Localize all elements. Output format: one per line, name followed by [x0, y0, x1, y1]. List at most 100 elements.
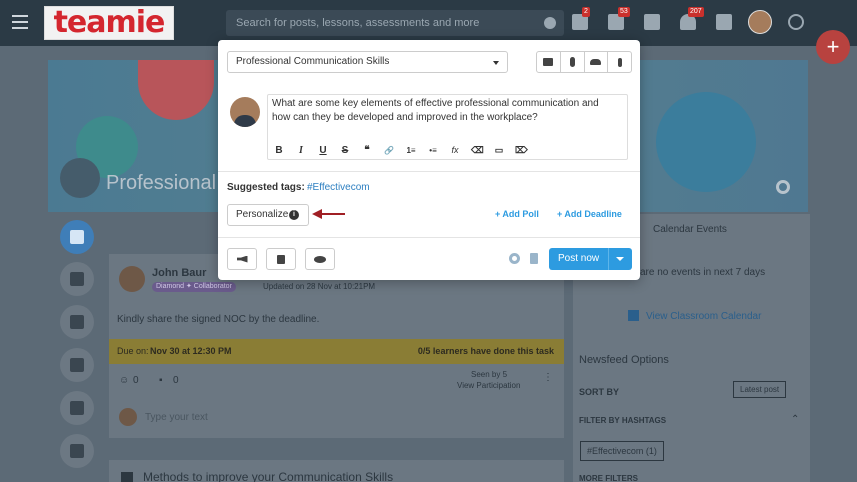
post-author-avatar [119, 266, 145, 292]
modal-divider [218, 237, 640, 238]
side-nav-analytics[interactable] [60, 391, 94, 425]
link-icon[interactable]: 🔗 [383, 146, 395, 155]
side-nav-calendar[interactable] [60, 305, 94, 339]
suggested-tags-label: Suggested tags: [227, 182, 305, 193]
post-author-name[interactable]: John Baur [152, 267, 206, 279]
course-select[interactable]: Professional Communication Skills [227, 51, 508, 73]
lock-icon [277, 254, 285, 264]
mail-badge: 2 [582, 7, 590, 17]
due-label: Due on: [117, 346, 149, 356]
megaphone-icon [236, 255, 248, 263]
comment-icon[interactable]: ▪ [159, 375, 163, 386]
eye-icon [314, 255, 326, 263]
due-date: Nov 30 at 12:30 PM [150, 346, 232, 356]
suggested-tag-link[interactable]: #Effectivecom [307, 182, 370, 193]
post-message: Kindly share the signed NOC by the deadl… [117, 314, 320, 325]
folder-icon [543, 58, 554, 66]
next-post-card: Methods to improve your Communication Sk… [109, 460, 564, 482]
no-events-message: are no events in next 7 days [640, 267, 766, 278]
notifications-badge: 207 [688, 7, 704, 17]
chevron-down-icon [493, 61, 499, 65]
sort-latest-post-button[interactable]: Latest post [733, 381, 787, 398]
library-icon[interactable] [716, 14, 732, 30]
info-icon[interactable] [544, 17, 556, 29]
add-deadline-link[interactable]: + Add Deadline [557, 209, 622, 219]
underline-icon[interactable]: U [317, 145, 329, 156]
side-nav-newsfeed[interactable] [60, 220, 94, 254]
folder-attach-button[interactable] [537, 52, 561, 72]
teamie-logo[interactable]: teamie [44, 6, 174, 40]
formula-icon[interactable]: fx [449, 145, 461, 155]
side-nav-dashboard[interactable] [60, 348, 94, 382]
personalize-button[interactable]: Personalize i [227, 204, 309, 226]
seen-by-count: Seen by 5 [471, 370, 508, 379]
ordered-list-icon[interactable]: 1≡ [405, 146, 417, 155]
formatting-toolbar: B I U S ❝ 🔗 1≡ •≡ fx ⌫ ▭ ⌦ [273, 143, 527, 157]
modal-divider [218, 171, 640, 172]
task-due-bar: Due on: Nov 30 at 12:30 PM 0/5 learners … [109, 339, 564, 364]
add-poll-link[interactable]: + Add Poll [495, 209, 539, 219]
bold-icon[interactable]: B [273, 145, 285, 156]
sort-by-label: SORT BY [579, 387, 620, 397]
course-select-value: Professional Communication Skills [236, 56, 390, 67]
composer-author-avatar [230, 97, 260, 127]
reply-input[interactable]: Type your text [145, 412, 208, 423]
side-nav-files[interactable] [60, 262, 94, 296]
reply-avatar [119, 408, 137, 426]
grid-icon [70, 358, 84, 372]
strikethrough-icon[interactable]: S [339, 145, 351, 156]
banner-settings-icon[interactable] [776, 180, 790, 194]
filter-by-hashtags-label: FILTER BY HASHTAGS [579, 416, 667, 425]
lock-button[interactable] [266, 248, 296, 270]
calendar-icon[interactable] [644, 14, 660, 30]
post-text-content[interactable]: What are some key elements of effective … [272, 97, 602, 125]
info-icon[interactable]: i [289, 210, 299, 220]
keyboard-icon[interactable]: ▭ [493, 145, 505, 156]
quote-icon[interactable]: ❝ [361, 145, 373, 156]
settings-gear-icon[interactable] [509, 253, 520, 264]
comment-count: 0 [173, 375, 179, 386]
post-options-chevron-icon[interactable] [616, 257, 624, 261]
reaction-icon[interactable]: ☺ [119, 375, 129, 386]
calendar-icon [628, 310, 639, 321]
view-participation-link[interactable]: View Participation [457, 381, 520, 390]
create-fab-button[interactable]: + [816, 30, 850, 64]
post-now-label: Post now [558, 253, 600, 264]
visibility-button[interactable] [305, 248, 335, 270]
menu-icon[interactable] [12, 15, 28, 29]
bullet-list-icon[interactable]: •≡ [427, 146, 439, 155]
audio-record-button[interactable] [608, 52, 631, 72]
annotation-arrow-icon [312, 209, 345, 219]
side-nav-display[interactable] [60, 434, 94, 468]
cloud-attach-button[interactable] [585, 52, 609, 72]
global-search-input[interactable]: Search for posts, lessons, assessments a… [226, 10, 564, 36]
file-attach-button[interactable] [561, 52, 585, 72]
post-updated-time: Updated on 28 Nov at 10:21PM [263, 282, 376, 291]
post-now-button[interactable]: Post now [549, 248, 632, 270]
attachment-toolbar [536, 51, 632, 73]
banner-avatar-circle [60, 158, 100, 198]
more-options-icon[interactable]: ⋮ [543, 372, 553, 383]
folder-icon [70, 272, 84, 286]
globe-icon[interactable] [788, 14, 804, 30]
button-divider [608, 248, 609, 270]
bar-chart-icon [70, 401, 84, 415]
newsfeed-options-title: Newsfeed Options [579, 354, 669, 366]
learners-done-status: 0/5 learners have done this task [417, 346, 554, 356]
calendar-events-title: Calendar Events [653, 224, 727, 235]
italic-icon[interactable]: I [295, 145, 307, 156]
calendar-icon [70, 315, 84, 329]
banner-avatar-circle [656, 92, 756, 192]
clear-format-icon[interactable]: ⌫ [471, 145, 484, 156]
search-placeholder: Search for posts, lessons, assessments a… [236, 17, 480, 29]
next-post-title: Methods to improve your Communication Sk… [143, 470, 394, 482]
paperclip-icon [569, 57, 575, 67]
chevron-up-icon[interactable]: ⌃ [791, 414, 799, 425]
view-classroom-calendar-link[interactable]: View Classroom Calendar [646, 311, 761, 322]
checkbox-icon[interactable] [121, 472, 133, 482]
announcement-button[interactable] [227, 248, 257, 270]
trash-icon[interactable] [530, 253, 538, 264]
delete-icon[interactable]: ⌦ [515, 145, 528, 156]
hashtag-filter-chip[interactable]: #Effectivecom (1) [580, 441, 664, 461]
user-avatar[interactable] [748, 10, 772, 34]
